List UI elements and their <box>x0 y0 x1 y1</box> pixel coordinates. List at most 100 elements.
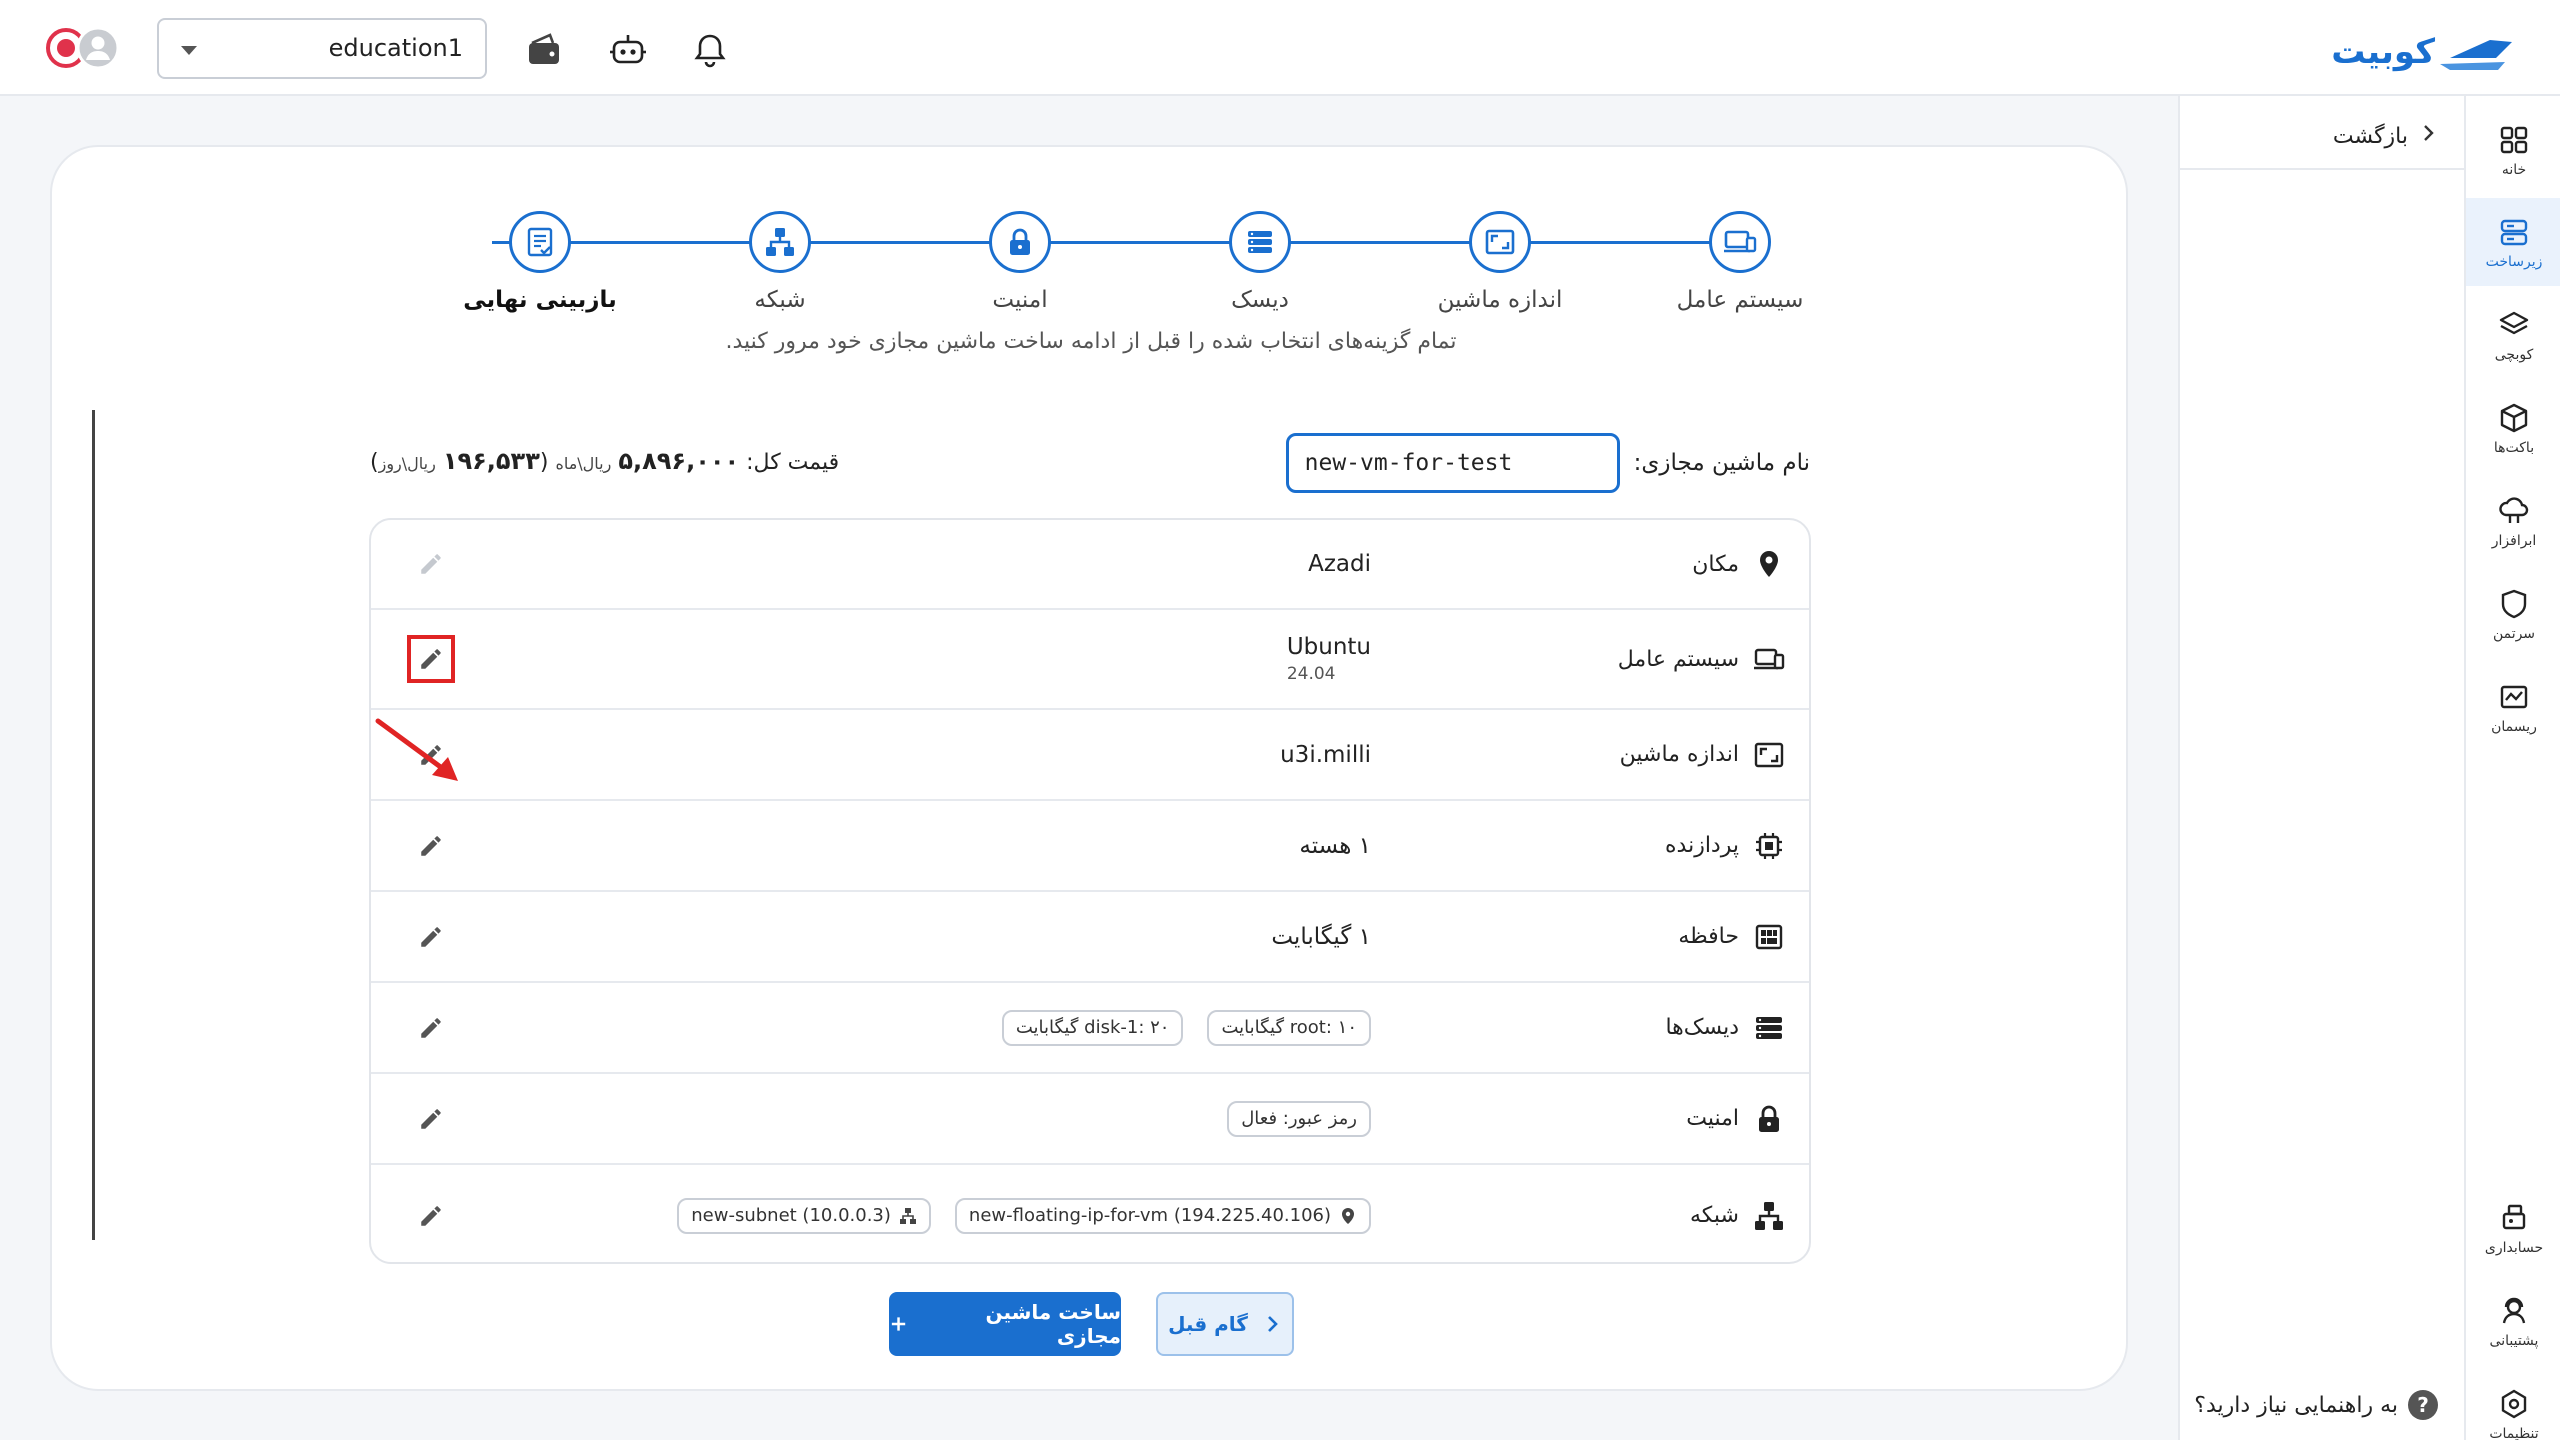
step-os[interactable]: سیستم عامل <box>1620 211 1860 313</box>
create-vm-label: ساخت ماشین مجازی <box>985 1300 1121 1348</box>
nav-item-label: باکت‌ها <box>2493 440 2535 456</box>
nav-item-label: خانه <box>2501 162 2527 178</box>
help-link[interactable]: ? به راهنمایی نیاز دارید؟ <box>2194 1390 2438 1420</box>
step-disk[interactable]: دیسک <box>1140 211 1380 313</box>
settings-icon <box>2501 1389 2527 1419</box>
chart-box-icon <box>2500 685 2528 709</box>
laptop-icon <box>1754 648 1785 670</box>
robot-icon[interactable] <box>608 30 648 70</box>
pencil-icon <box>421 1017 441 1038</box>
shield-icon <box>2501 589 2527 619</box>
step-security[interactable]: امنیت <box>900 211 1140 313</box>
wallet-icon[interactable] <box>524 30 564 70</box>
nav-item-label: حسابداری <box>2484 1240 2544 1256</box>
server-icon <box>2500 219 2528 246</box>
step-machine-size[interactable]: اندازه ماشین <box>1380 211 1620 313</box>
step-label: سیستم عامل <box>1676 287 1804 313</box>
memory-icon <box>1755 924 1783 949</box>
total-price: قیمت کل: ۵,۸۹۶,۰۰۰ ریال\ماه (۱۹۶,۵۳۳ ریا… <box>370 447 840 475</box>
price-monthly: ۵,۸۹۶,۰۰۰ <box>618 447 740 475</box>
step-label: دیسک <box>1231 287 1289 313</box>
pencil-icon <box>421 1108 441 1129</box>
divider <box>92 410 95 1240</box>
resize-icon <box>1754 742 1784 767</box>
nav-item-sartaman[interactable]: سرتمن <box>2466 570 2560 658</box>
previous-step-label: گام قبل <box>1168 1312 1248 1336</box>
edit-network-button[interactable] <box>413 1198 449 1234</box>
summary-row-network: شبکه new-floating-ip-for-vm (194.225.40.… <box>371 1165 1809 1262</box>
network-icon <box>766 228 794 256</box>
wizard-stepper: سیستم عامل اندازه ماشین دیسک امنیت شبکه … <box>52 177 2130 317</box>
row-label: پردازنده <box>1665 833 1739 858</box>
bell-icon[interactable] <box>690 30 730 70</box>
disk-chip: root: ۱۰ گیگابایت <box>1207 1009 1371 1046</box>
nav-item-label: پشتیبانی <box>2489 1333 2539 1349</box>
nav-item-support[interactable]: پشتیبانی <box>2466 1277 2560 1365</box>
top-header: کوبیت education1 <box>0 0 2560 96</box>
edit-os-button[interactable] <box>407 635 455 683</box>
pencil-icon <box>421 926 441 947</box>
password-chip: رمز عبور: فعال <box>1227 1100 1371 1137</box>
review-card: سیستم عامل اندازه ماشین دیسک امنیت شبکه … <box>50 145 2128 1391</box>
laptop-icon <box>1724 230 1757 253</box>
nav-item-label: زیرساخت <box>2485 254 2543 270</box>
help-icon: ? <box>2408 1390 2438 1420</box>
cloud-app-icon <box>2499 497 2529 523</box>
nav-item-accounting[interactable]: حسابداری <box>2466 1184 2560 1272</box>
edit-memory-button[interactable] <box>413 919 449 955</box>
nav-item-label: ریسمان <box>2491 719 2537 735</box>
edit-security-button[interactable] <box>413 1101 449 1137</box>
edit-disks-button[interactable] <box>413 1010 449 1046</box>
user-avatars[interactable] <box>46 24 126 72</box>
brand-name: کوبیت <box>2331 32 2435 72</box>
nav-item-settings[interactable]: تنظیمات <box>2466 1370 2560 1440</box>
nav-item-label: کوبچی <box>2494 347 2534 363</box>
brand-logo[interactable]: کوبیت <box>2300 24 2515 76</box>
nav-item-buckets[interactable]: باکت‌ها <box>2466 384 2560 472</box>
help-label: به راهنمایی نیاز دارید؟ <box>2194 1392 2398 1418</box>
nav-item-risman[interactable]: ریسمان <box>2466 663 2560 751</box>
floating-ip-chip: new-floating-ip-for-vm (194.225.40.106) <box>954 1197 1371 1234</box>
nav-item-label: سرتمن <box>2492 626 2536 642</box>
step-label: بازبینی نهایی <box>463 287 617 313</box>
edit-location-button[interactable] <box>413 546 449 582</box>
pencil-icon <box>421 1205 441 1226</box>
row-subvalue: 24.04 <box>1286 664 1336 684</box>
summary-row-location: مکان Azadi <box>371 520 1809 610</box>
nav-item-home[interactable]: خانه <box>2466 106 2560 194</box>
step-label: اندازه ماشین <box>1437 287 1563 313</box>
vm-name-input[interactable] <box>1285 433 1620 493</box>
page-subtitle: تمام گزینه‌های انتخاب شده را قبل از ادام… <box>725 329 1457 354</box>
price-label: قیمت کل: <box>746 450 840 475</box>
location-pin-icon <box>1760 551 1778 577</box>
edit-cpu-button[interactable] <box>413 828 449 864</box>
nav-item-cloud-apps[interactable]: ابرافزار <box>2466 477 2560 565</box>
disk-chip: disk-1: ۲۰ گیگابایت <box>1001 1009 1184 1046</box>
create-vm-button[interactable]: ساخت ماشین مجازی <box>889 1292 1121 1356</box>
row-label: حافظه <box>1678 924 1739 949</box>
row-label: مکان <box>1692 551 1739 577</box>
step-network[interactable]: شبکه <box>660 211 900 313</box>
project-select[interactable]: education1 <box>157 18 487 79</box>
chip-text: new-floating-ip-for-vm (194.225.40.106) <box>968 1205 1331 1226</box>
pencil-icon <box>421 835 441 856</box>
row-value: u3i.milli <box>1280 741 1371 768</box>
row-label: شبکه <box>1689 1203 1739 1228</box>
price-monthly-unit: ریال\ماه <box>555 454 612 473</box>
row-label: سیستم عامل <box>1617 646 1739 672</box>
price-daily: ۱۹۶,۵۳۳ <box>442 447 540 475</box>
back-button[interactable]: بازگشت <box>2333 116 2438 156</box>
chevron-right-icon <box>2418 123 2438 149</box>
summary-row-memory: حافظه ۱ گیگابایت <box>371 892 1809 983</box>
summary-row-os: سیستم عامل Ubuntu 24.04 <box>371 610 1809 710</box>
step-final-review[interactable]: بازبینی نهایی <box>420 211 660 313</box>
vm-name-label: نام ماشین مجازی: <box>1633 450 1810 476</box>
nav-item-kubchi[interactable]: کوبچی <box>2466 291 2560 379</box>
pencil-icon <box>421 649 441 669</box>
nav-item-infrastructure[interactable]: زیرساخت <box>2466 198 2560 286</box>
previous-step-button[interactable]: گام قبل <box>1156 1292 1294 1356</box>
step-label: امنیت <box>992 287 1048 313</box>
layers-icon <box>2499 311 2529 335</box>
project-select-value: education1 <box>328 34 463 62</box>
action-bar: ساخت ماشین مجازی گام قبل <box>52 1292 2130 1358</box>
